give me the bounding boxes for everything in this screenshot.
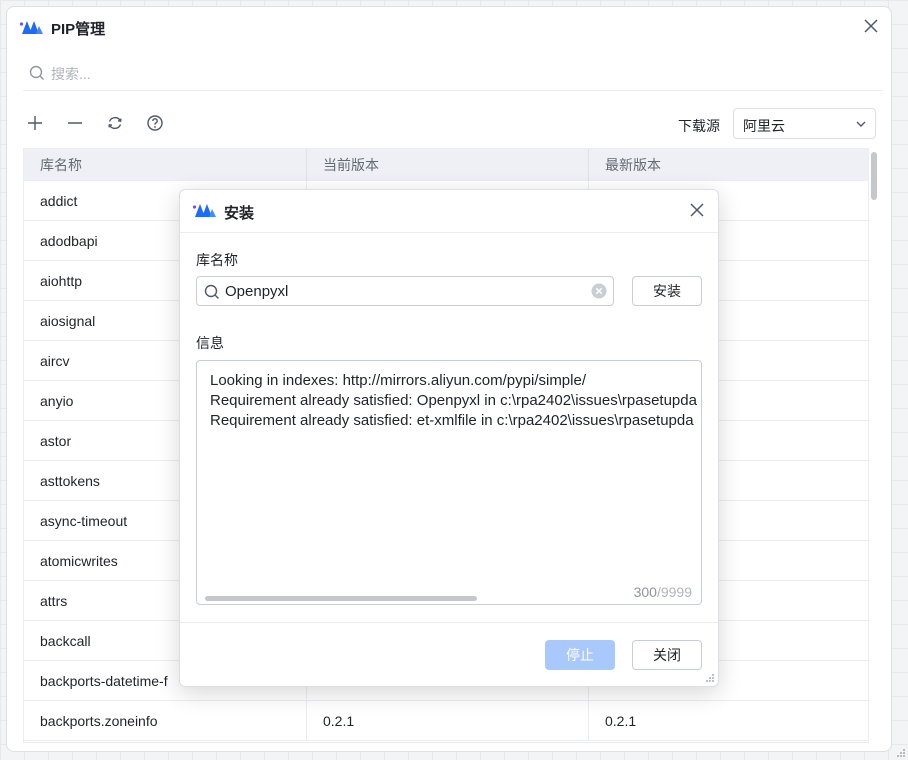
refresh-icon[interactable] — [105, 113, 125, 133]
close-icon[interactable] — [863, 18, 879, 34]
search-bar — [23, 57, 883, 91]
stop-button[interactable]: 停止 — [545, 640, 615, 670]
column-header-current-version[interactable]: 当前版本 — [306, 149, 588, 181]
table-scrollbar[interactable] — [869, 148, 879, 743]
package-name-label: 库名称 — [196, 252, 238, 268]
log-line: Requirement already satisfied: Openpyxl … — [210, 392, 697, 409]
window-title: PIP管理 — [51, 21, 106, 38]
resize-handle-icon[interactable] — [896, 748, 906, 758]
resize-handle-icon[interactable] — [705, 673, 715, 683]
search-icon — [204, 284, 219, 299]
cell-package-name: backports.zoneinfo — [40, 713, 158, 729]
char-counter: 300/9999 — [634, 584, 692, 600]
add-icon[interactable] — [25, 113, 45, 133]
dialog-title: 安装 — [224, 205, 255, 222]
cell-current-version: 0.2.1 — [306, 701, 588, 741]
table-scrollbar-thumb[interactable] — [871, 152, 877, 200]
column-header-latest-version[interactable]: 最新版本 — [588, 149, 868, 181]
log-horizontal-scrollbar[interactable] — [205, 596, 477, 601]
clear-icon[interactable] — [591, 283, 607, 299]
download-source-label: 下载源 — [678, 118, 720, 134]
install-log-output[interactable]: Looking in indexes: http://mirrors.aliyu… — [196, 360, 702, 605]
download-source-value: 阿里云 — [743, 118, 785, 134]
chevron-down-icon — [856, 121, 866, 127]
log-line: Requirement already satisfied: et-xmlfil… — [210, 412, 694, 429]
char-count-max: 9999 — [660, 584, 692, 600]
cell-latest-version: 0.2.1 — [588, 701, 868, 741]
app-logo-icon — [19, 21, 43, 34]
remove-icon[interactable] — [65, 113, 85, 133]
package-name-input[interactable] — [225, 280, 585, 302]
log-line: Looking in indexes: http://mirrors.aliyu… — [210, 372, 586, 389]
dialog-close-icon[interactable] — [689, 202, 705, 218]
table-header: 库名称 当前版本 最新版本 — [24, 149, 868, 181]
char-count-current: 300 — [633, 584, 657, 600]
column-header-name[interactable]: 库名称 — [24, 149, 306, 181]
install-button[interactable]: 安装 — [632, 276, 702, 306]
package-name-field[interactable] — [196, 276, 614, 306]
dialog-divider — [180, 232, 718, 233]
window-header: PIP管理 — [7, 7, 891, 47]
app-logo-icon — [192, 204, 216, 217]
search-icon — [29, 65, 44, 80]
dialog-footer-divider — [180, 622, 718, 623]
install-dialog: 安装 库名称 安装 信息 Looking in indexes: http://… — [179, 189, 719, 687]
help-icon[interactable] — [145, 113, 165, 133]
table-row[interactable]: backports.zoneinfo 0.2.1 0.2.1 — [24, 701, 868, 741]
download-source-select[interactable]: 阿里云 — [733, 108, 876, 139]
info-label: 信息 — [196, 335, 224, 351]
close-button[interactable]: 关闭 — [632, 640, 702, 670]
search-input[interactable] — [51, 61, 851, 87]
